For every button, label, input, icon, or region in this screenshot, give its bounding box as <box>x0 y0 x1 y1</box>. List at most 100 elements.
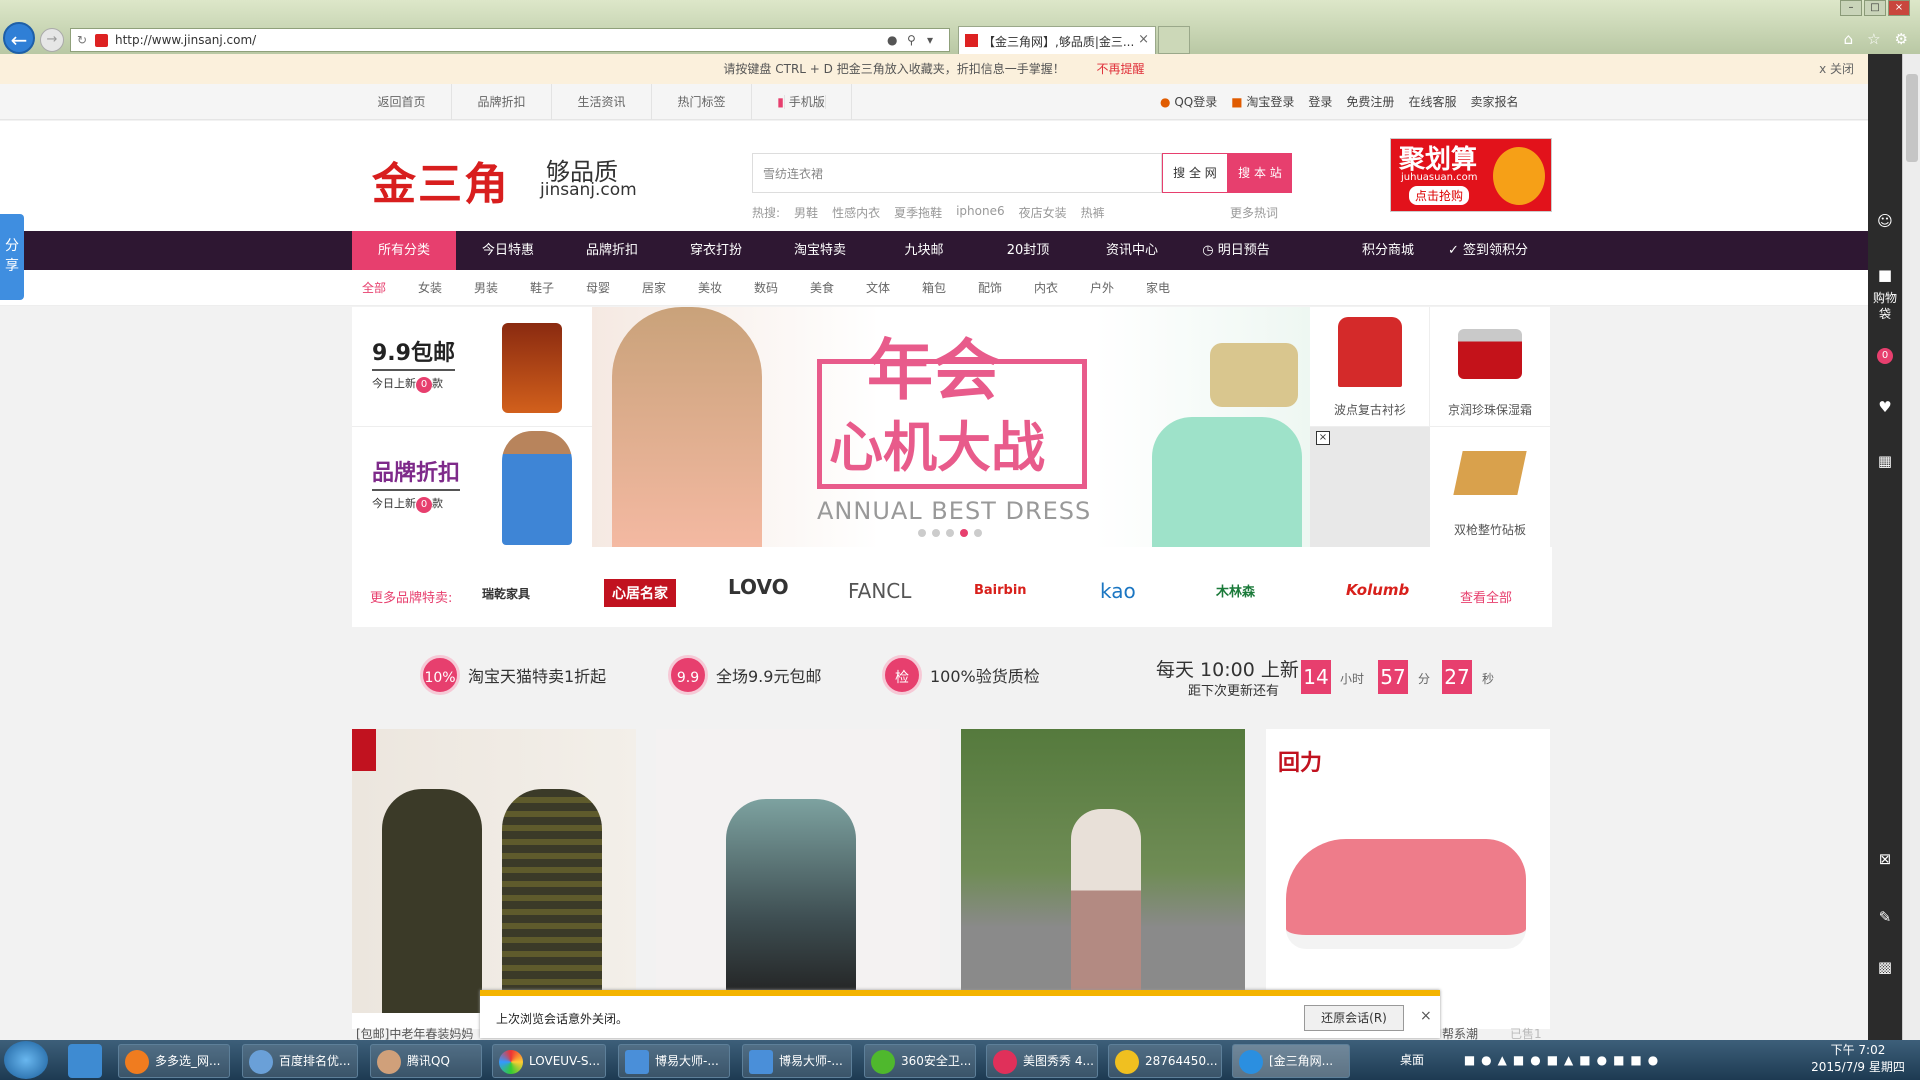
subnav-item[interactable]: 男装 <box>474 270 530 306</box>
brand-logo[interactable]: Bairbin <box>974 583 1027 598</box>
topbar-tags-link[interactable]: 热门标签 <box>652 84 752 120</box>
nav-brand[interactable]: 品牌折扣 <box>560 231 664 270</box>
promo-99-free-shipping[interactable]: 9.9包邮 今日上新 0 款 <box>352 307 592 427</box>
forward-button[interactable]: → <box>40 28 64 52</box>
subnav-item[interactable]: 美妆 <box>698 270 754 306</box>
settings-gear-icon[interactable]: ⚙ <box>1895 30 1908 48</box>
tile-cutting-board[interactable]: 双枪整竹砧板 <box>1430 427 1550 547</box>
nav-all-categories[interactable]: 所有分类 <box>352 231 456 270</box>
qq-login-link[interactable]: ● QQ登录 <box>1160 84 1217 120</box>
nav-preview[interactable]: ◷ 明日预告 <box>1184 231 1288 270</box>
site-logo[interactable]: 金三角 <box>372 148 510 212</box>
maximize-button[interactable]: □ <box>1864 0 1886 16</box>
search-site-button[interactable]: 搜 本 站 <box>1228 153 1292 193</box>
carousel-dot[interactable] <box>932 529 940 537</box>
notice-dismiss-link[interactable]: 不再提醒 <box>1097 62 1145 76</box>
dropdown-icon[interactable]: ▾ <box>927 33 933 47</box>
subnav-item[interactable]: 家电 <box>1146 270 1202 306</box>
carousel-dot[interactable] <box>946 529 954 537</box>
taskbar-item[interactable]: 多多选_网... <box>118 1044 230 1078</box>
address-bar[interactable]: ↻ http://www.jinsanj.com/ ● ⚲ ▾ <box>70 28 950 52</box>
subnav-item[interactable]: 母婴 <box>586 270 642 306</box>
seller-signup-link[interactable]: 卖家报名 <box>1470 84 1518 120</box>
topbar-life-link[interactable]: 生活资讯 <box>552 84 652 120</box>
back-button[interactable]: ← <box>3 22 35 54</box>
subnav-item[interactable]: 美食 <box>810 270 866 306</box>
brand-logo[interactable]: 心居名家 <box>604 579 676 607</box>
brand-logo[interactable]: 瑞乾家具 <box>482 585 530 602</box>
brand-logo[interactable]: FANCL <box>848 579 911 603</box>
subnav-item[interactable]: 内衣 <box>1034 270 1090 306</box>
nav-jiukuai[interactable]: 九块邮 <box>872 231 976 270</box>
restore-close-button[interactable]: × <box>1420 1008 1432 1024</box>
heart-icon[interactable]: ♥ <box>1868 398 1902 416</box>
close-icon[interactable]: × <box>1316 431 1330 445</box>
subnav-item[interactable]: 数码 <box>754 270 810 306</box>
subnav-item[interactable]: 鞋子 <box>530 270 586 306</box>
shopping-bag-icon[interactable]: ■ <box>1868 266 1902 284</box>
start-button[interactable] <box>4 1041 48 1079</box>
url-text[interactable]: http://www.jinsanj.com/ <box>115 33 256 47</box>
register-link[interactable]: 免费注册 <box>1346 84 1394 120</box>
taskbar-item[interactable]: 美图秀秀 4... <box>986 1044 1098 1078</box>
subnav-item[interactable]: 户外 <box>1090 270 1146 306</box>
new-tab-button[interactable] <box>1158 26 1190 54</box>
taskbar-item[interactable]: 28764450... <box>1108 1044 1222 1078</box>
nav-news[interactable]: 资讯中心 <box>1080 231 1184 270</box>
taskbar-item-active[interactable]: [金三角网... <box>1232 1044 1350 1078</box>
promo-brand-discount[interactable]: 品牌折扣 今日上新 0 款 <box>352 427 592 547</box>
brand-logo[interactable]: 木林森 <box>1216 581 1255 600</box>
hot-keyword[interactable]: 热裤 <box>1081 204 1105 221</box>
topbar-mobile-link[interactable]: ▮ 手机版 <box>752 84 852 120</box>
close-window-button[interactable]: × <box>1888 0 1910 16</box>
notice-close-button[interactable]: x 关闭 <box>1819 54 1854 84</box>
browser-tab[interactable]: 【金三角网】,够品质|金三... × <box>958 26 1156 54</box>
hot-keyword[interactable]: 夜店女装 <box>1019 204 1067 221</box>
view-all-brands-link[interactable]: 查看全部 <box>1460 587 1512 606</box>
more-hot-link[interactable]: 更多热词 <box>1230 204 1278 221</box>
nav-taobao[interactable]: 淘宝特卖 <box>768 231 872 270</box>
hot-keyword[interactable]: iphone6 <box>956 204 1005 221</box>
taskbar-item[interactable]: 360安全卫... <box>864 1044 976 1078</box>
subnav-item[interactable]: 箱包 <box>922 270 978 306</box>
product-card[interactable]: 回力 帮系潮 已售1 <box>1266 729 1550 1041</box>
hot-keyword[interactable]: 性感内衣 <box>832 204 880 221</box>
juhuasuan-ad[interactable]: 聚划算 juhuasuan.com 点击抢购 <box>1390 138 1552 212</box>
carousel-dot[interactable] <box>974 529 982 537</box>
taobao-login-link[interactable]: ■ 淘宝登录 <box>1231 84 1294 120</box>
tray-icons[interactable]: ■●▲■●■▲■●■■● <box>1464 1053 1664 1067</box>
subnav-item[interactable]: 文体 <box>866 270 922 306</box>
topbar-home-link[interactable]: 返回首页 <box>352 84 452 120</box>
qrcode-icon[interactable]: ▩ <box>1868 958 1902 976</box>
tab-close-button[interactable]: × <box>1138 32 1149 47</box>
search-all-button[interactable]: 搜 全 网 <box>1162 153 1228 193</box>
desktop-toolbar[interactable]: 桌面 <box>1400 1053 1424 1067</box>
system-clock[interactable]: 下午 7:02 2015/7/9 星期四 <box>1800 1042 1916 1076</box>
topbar-brand-link[interactable]: 品牌折扣 <box>452 84 552 120</box>
taskbar-item[interactable]: 百度排名优... <box>242 1044 358 1078</box>
subnav-item[interactable]: 全部 <box>362 270 418 306</box>
nav-checkin[interactable]: ✓ 签到领积分 <box>1448 231 1528 270</box>
bag-label[interactable]: 购物袋 <box>1868 290 1902 322</box>
hot-keyword[interactable]: 男鞋 <box>794 204 818 221</box>
share-tab[interactable]: 分享 <box>0 214 24 300</box>
user-icon[interactable]: ☺ <box>1868 212 1902 230</box>
home-icon[interactable]: ⌂ <box>1844 30 1854 48</box>
taskbar-item[interactable]: LOVEUV-S... <box>492 1044 606 1078</box>
carousel-dot[interactable] <box>918 529 926 537</box>
tile-polka-shirt[interactable]: 波点复古衬衫 <box>1310 307 1430 427</box>
favorites-star-icon[interactable]: ☆ <box>1867 30 1880 48</box>
nav-today[interactable]: 今日特惠 <box>456 231 560 270</box>
search-input[interactable]: 雪纺连衣裙 <box>752 153 1162 193</box>
vertical-scrollbar[interactable] <box>1902 54 1920 1040</box>
hot-keyword[interactable]: 夏季拖鞋 <box>894 204 942 221</box>
search-icon[interactable]: ⚲ <box>907 33 916 47</box>
subnav-item[interactable]: 女装 <box>418 270 474 306</box>
subnav-item[interactable]: 居家 <box>642 270 698 306</box>
coupon-icon[interactable]: ▦ <box>1868 452 1902 470</box>
service-link[interactable]: 在线客服 <box>1408 84 1456 120</box>
edit-icon[interactable]: ✎ <box>1868 908 1902 926</box>
scroll-thumb[interactable] <box>1906 74 1918 162</box>
refresh-icon[interactable]: ↻ <box>77 33 87 47</box>
minimize-button[interactable]: – <box>1840 0 1862 16</box>
